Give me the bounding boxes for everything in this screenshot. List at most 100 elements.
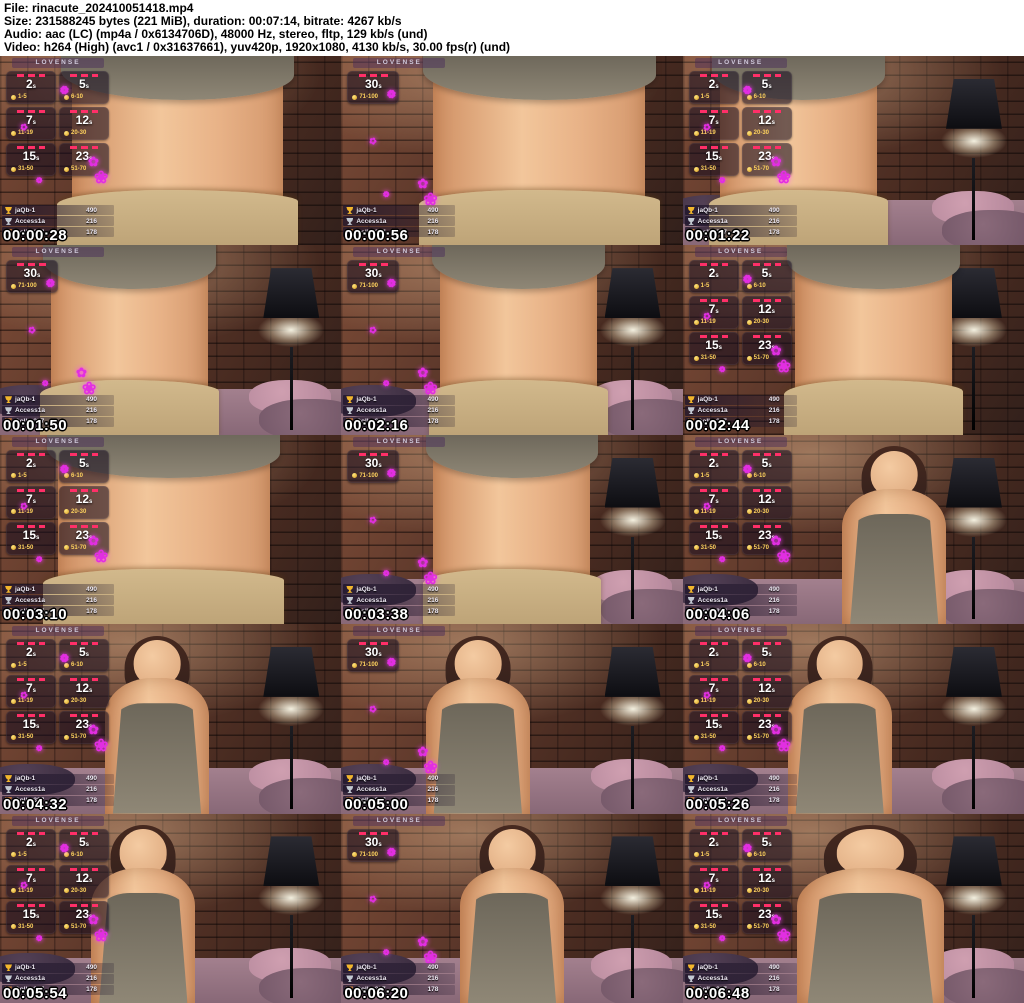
tip-menu-tile: 15s31-50 — [689, 901, 739, 934]
person-figure-abstract — [829, 446, 959, 624]
video-thumbnail: LOVENSE 30s71-100 ❁ ✿ ❁ ✿ ❀ jaQb-1490Acc… — [341, 245, 682, 434]
coin-icon — [352, 95, 357, 100]
tipper-name: jaQb-1 — [356, 396, 424, 403]
tip-menu: 30s71-100 — [347, 71, 459, 104]
coin-icon — [694, 735, 699, 740]
leaderboard-row: Access1a216 — [2, 785, 114, 795]
tipper-score: 490 — [427, 964, 438, 971]
tip-menu: 30s71-100 — [6, 260, 118, 293]
coin-icon — [694, 663, 699, 668]
timestamp-label: 00:01:50 — [3, 417, 67, 434]
tile-token-amount: 7s — [11, 872, 51, 888]
coin-icon — [64, 735, 69, 740]
tipper-score: 490 — [769, 586, 780, 593]
leaderboard-row: jaQb-1490 — [685, 963, 797, 973]
lamp-glow — [941, 124, 1007, 158]
tip-menu-tile: 2s1-5 — [6, 450, 56, 483]
leaderboard-row: jaQb-1490 — [685, 395, 797, 405]
lovense-banner: LOVENSE — [695, 437, 787, 447]
thumbnail-grid: LOVENSE 2s1-55s6-107s11-1912s20-3015s31-… — [0, 56, 1024, 1003]
tip-menu-tile: 15s31-50 — [689, 143, 739, 176]
tipper-score: 490 — [427, 775, 438, 782]
lamp-shade — [946, 79, 1002, 129]
video-thumbnail: LOVENSE 2s1-55s6-107s11-1912s20-3015s31-… — [0, 435, 341, 624]
tile-token-amount: 15s — [694, 718, 734, 734]
lamp-shade — [263, 836, 319, 886]
flower-icon: ❀ — [777, 736, 791, 756]
tile-token-amount: 7s — [11, 682, 51, 698]
lamp-shade — [263, 268, 319, 318]
timestamp-label: 00:05:00 — [344, 796, 408, 813]
butterfly-icon: ❁ — [34, 743, 44, 754]
tip-menu-tile: 15s31-50 — [6, 711, 56, 744]
coin-icon — [352, 663, 357, 668]
tile-token-amount: 2s — [11, 646, 51, 662]
tip-menu-tile: 7s11-19 — [6, 107, 56, 140]
tipper-score: 216 — [427, 218, 438, 225]
lovense-overlay: LOVENSE 2s1-55s6-107s11-1912s20-3015s31-… — [685, 58, 801, 245]
tile-token-amount: 7s — [694, 493, 734, 509]
tile-token-amount: 12s — [64, 114, 104, 130]
trophy-icon — [346, 964, 353, 971]
tip-menu-tile: 15s31-50 — [689, 332, 739, 365]
tipper-score: 490 — [427, 586, 438, 593]
tipper-name: jaQb-1 — [15, 775, 83, 782]
tipper-score: 490 — [86, 207, 97, 214]
coin-icon — [352, 852, 357, 857]
timestamp-label: 00:04:32 — [3, 796, 67, 813]
tile-token-amount: 2s — [11, 836, 51, 852]
lamp-shade — [946, 647, 1002, 697]
lovense-overlay: LOVENSE 2s1-55s6-107s11-1912s20-3015s31-… — [2, 816, 118, 1003]
tile-vibration-range: 31-50 — [694, 924, 734, 930]
tipper-name: jaQb-1 — [15, 207, 83, 214]
timestamp-label: 00:02:16 — [344, 417, 408, 434]
person-figure-abstract — [440, 245, 597, 434]
coin-icon — [747, 924, 752, 929]
tip-menu-tile: 2s1-5 — [6, 71, 56, 104]
tipper-score: 216 — [86, 786, 97, 793]
tile-token-amount: 2s — [11, 78, 51, 94]
tipper-score: 216 — [86, 975, 97, 982]
tip-menu-tile: 2s1-5 — [6, 829, 56, 862]
trophy-icon — [5, 218, 12, 225]
tile-token-amount: 15s — [11, 908, 51, 924]
thumbnail-sheet: { "header": { "lines": [ "File: rinacute… — [0, 0, 1024, 1003]
flower-icon: ❀ — [94, 168, 108, 188]
tile-vibration-range: 11-19 — [694, 698, 734, 704]
tile-vibration-range: 20-30 — [747, 130, 787, 136]
tip-menu-tile: 2s1-5 — [689, 260, 739, 293]
tip-menu-tile: 7s11-19 — [689, 865, 739, 898]
tile-token-amount: 7s — [694, 114, 734, 130]
coin-icon — [694, 473, 699, 478]
video-thumbnail: LOVENSE 2s1-55s6-107s11-1912s20-3015s31-… — [0, 624, 341, 813]
tile-token-amount: 12s — [64, 872, 104, 888]
tipper-name: jaQb-1 — [698, 964, 766, 971]
tipper-score: 216 — [86, 597, 97, 604]
trophy-icon — [346, 586, 353, 593]
butterfly-icon: ❁ — [717, 933, 727, 944]
leaderboard-row: Access1a216 — [2, 406, 114, 416]
coin-icon — [64, 509, 69, 514]
tipper-score: 490 — [427, 396, 438, 403]
video-thumbnail: LOVENSE 2s1-55s6-107s11-1912s20-3015s31-… — [0, 814, 341, 1003]
person-figure-abstract — [447, 825, 577, 1003]
tile-vibration-range: 1-5 — [11, 662, 51, 668]
tipper-score: 178 — [427, 418, 438, 425]
lovense-overlay: LOVENSE 2s1-55s6-107s11-1912s20-3015s31-… — [685, 437, 801, 624]
flower-icon: ❀ — [94, 926, 108, 946]
lovense-banner: LOVENSE — [695, 247, 787, 257]
tip-menu-tile: 7s11-19 — [689, 107, 739, 140]
tip-menu-tile: 2s1-5 — [689, 71, 739, 104]
tip-menu-tile: 7s11-19 — [689, 296, 739, 329]
lovense-banner: LOVENSE — [12, 437, 104, 447]
lamp-pole — [631, 726, 634, 809]
video-thumbnail: LOVENSE 2s1-55s6-107s11-1912s20-3015s31-… — [683, 245, 1024, 434]
leaderboard-row: jaQb-1490 — [2, 963, 114, 973]
tip-menu-tile: 2s1-5 — [689, 639, 739, 672]
coin-icon — [11, 131, 16, 136]
coin-icon — [694, 320, 699, 325]
tipper-score: 490 — [86, 775, 97, 782]
trophy-icon — [346, 218, 353, 225]
lamp-pole — [972, 915, 975, 998]
coin-icon — [694, 131, 699, 136]
